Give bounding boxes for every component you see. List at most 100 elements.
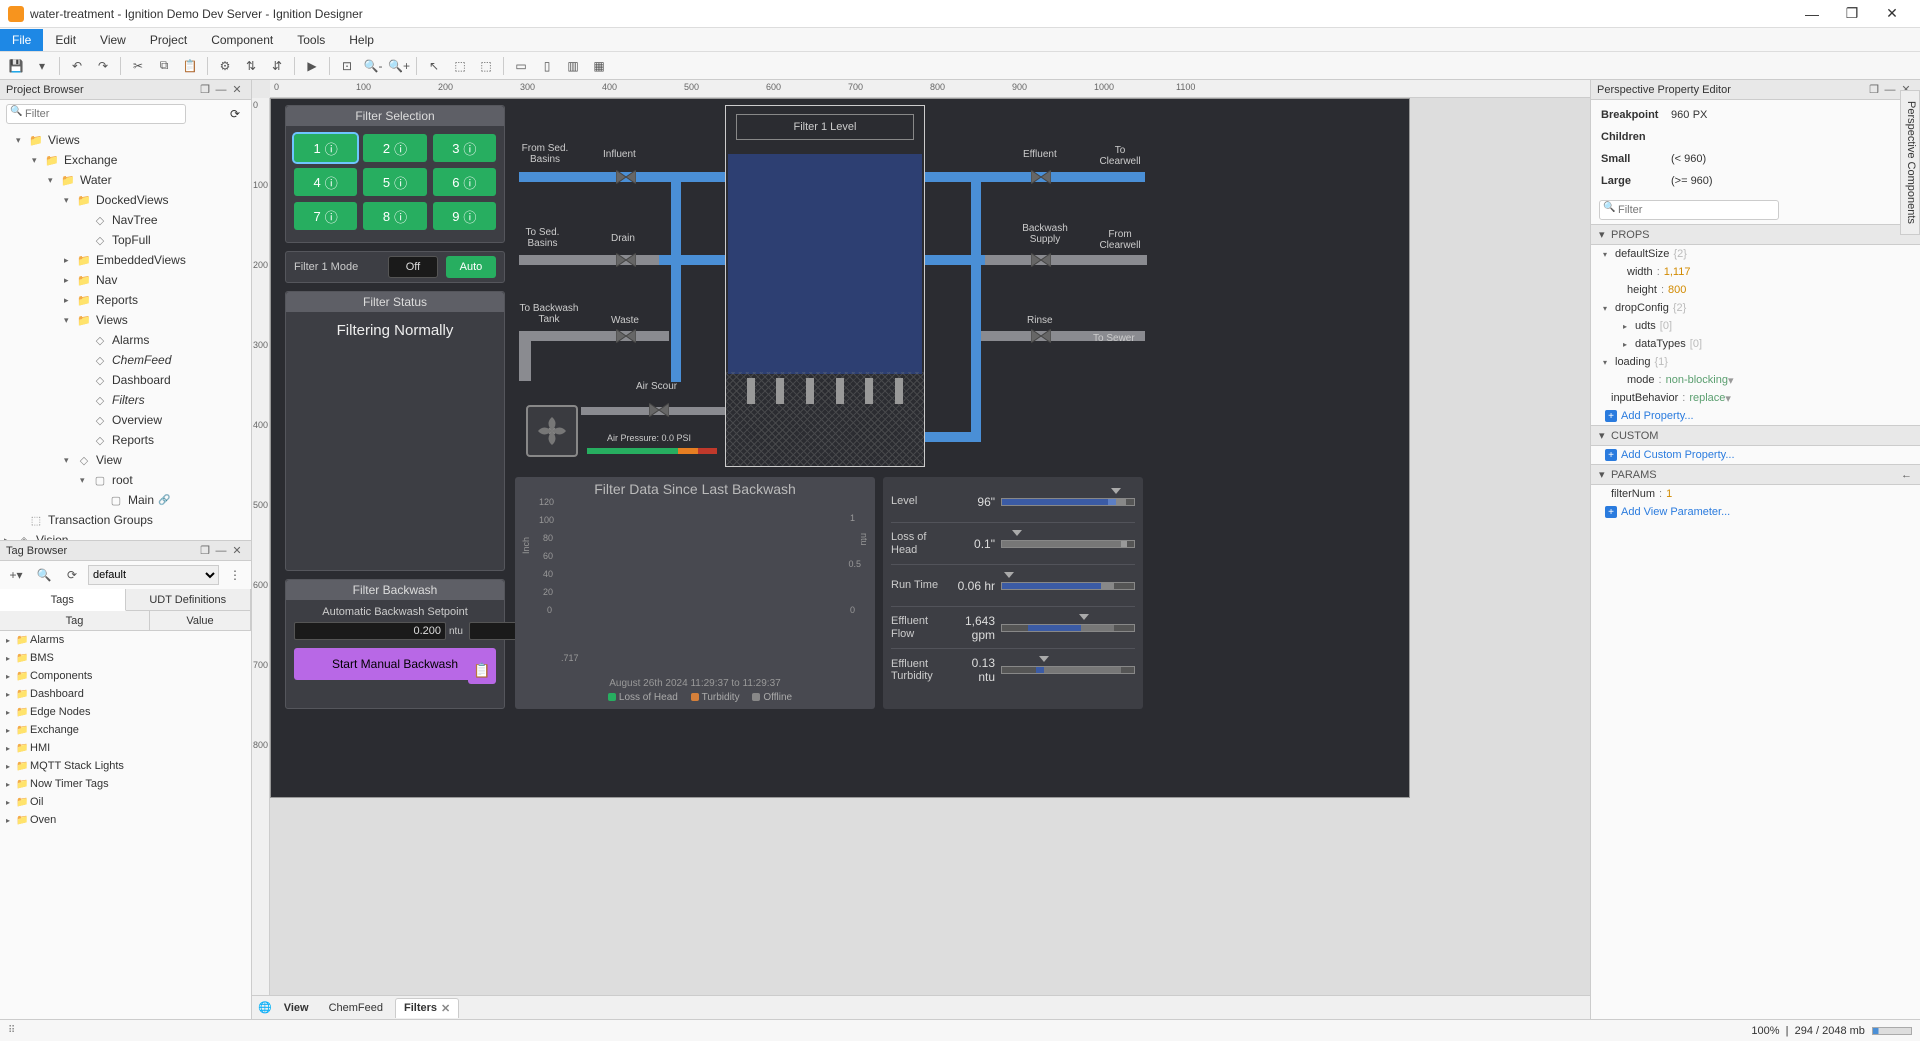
tree-views[interactable]: ▾📁Views [0, 130, 251, 150]
tree-water[interactable]: ▾📁Water [0, 170, 251, 190]
prop-height[interactable]: height:800 [1591, 281, 1920, 299]
tag-more-icon[interactable]: ⋮ [223, 564, 247, 586]
valve-waste[interactable] [616, 329, 636, 343]
comm-read-icon[interactable]: ⇅ [239, 55, 263, 77]
add-custom-property-link[interactable]: +Add Custom Property... [1591, 446, 1920, 464]
filter-btn-1[interactable]: 1 ⓘ [294, 134, 357, 162]
zoom-fit-icon[interactable]: ⊡ [335, 55, 359, 77]
sp-ntu-input[interactable] [294, 622, 446, 640]
panel-close-icon[interactable]: ✕ [229, 82, 245, 98]
tag-folder-bms[interactable]: ▸📁BMS [0, 649, 251, 667]
tag-add-icon[interactable]: +▾ [4, 564, 28, 586]
tab-udt[interactable]: UDT Definitions [126, 589, 252, 610]
tree-transaction-groups[interactable]: ⬚Transaction Groups [0, 510, 251, 530]
prop-filternum[interactable]: filterNum:1 [1591, 485, 1920, 503]
perspective-components-tab[interactable]: Perspective Components [1900, 90, 1920, 235]
tree-filters[interactable]: ◇Filters [0, 390, 251, 410]
valve-backwash-supply[interactable] [1031, 253, 1051, 267]
comm-readwrite-icon[interactable]: ⇵ [265, 55, 289, 77]
prop-dock-icon[interactable]: ❐ [1866, 82, 1882, 98]
prop-inputbehavior[interactable]: inputBehavior:replace ▾ [1591, 389, 1920, 407]
project-refresh-icon[interactable]: ⟳ [225, 104, 245, 124]
mode-off-button[interactable]: Off [388, 256, 438, 278]
play-icon[interactable]: ▶ [300, 55, 324, 77]
zoom-out-icon[interactable]: 🔍- [361, 55, 385, 77]
gateway-icon[interactable]: ⚙ [213, 55, 237, 77]
tag-folder-edge-nodes[interactable]: ▸📁Edge Nodes [0, 703, 251, 721]
select-icon[interactable]: ↖ [422, 55, 446, 77]
menu-tools[interactable]: Tools [285, 29, 337, 51]
save-dropdown-icon[interactable]: ▾ [30, 55, 54, 77]
tree-root[interactable]: ▾▢root [0, 470, 251, 490]
tree-navtree[interactable]: ◇NavTree [0, 210, 251, 230]
filter-btn-9[interactable]: 9 ⓘ [433, 202, 496, 230]
tag-folder-exchange[interactable]: ▸📁Exchange [0, 721, 251, 739]
tree-topfull[interactable]: ◇TopFull [0, 230, 251, 250]
flex-icon[interactable]: ▯ [535, 55, 559, 77]
valve-effluent[interactable] [1031, 170, 1051, 184]
view-tab-view[interactable]: View [276, 999, 317, 1017]
tree-nav[interactable]: ▸📁Nav [0, 270, 251, 290]
menu-file[interactable]: File [0, 29, 43, 51]
menu-edit[interactable]: Edit [43, 29, 88, 51]
tag-minimize-icon[interactable]: — [213, 543, 229, 559]
tree-reports2[interactable]: ◇Reports [0, 430, 251, 450]
tag-folder-components[interactable]: ▸📁Components [0, 667, 251, 685]
tag-folder-oil[interactable]: ▸📁Oil [0, 793, 251, 811]
paste-icon[interactable]: 📋 [178, 55, 202, 77]
prop-udts[interactable]: ▸udts[0] [1591, 317, 1920, 335]
zoom-in-icon[interactable]: 🔍+ [387, 55, 411, 77]
tree-main[interactable]: ▢Main🔗 [0, 490, 251, 510]
breakpoint-icon[interactable]: ▦ [587, 55, 611, 77]
prop-filter-input[interactable] [1599, 200, 1779, 220]
tree-views-inner[interactable]: ▾📁Views [0, 310, 251, 330]
panel-dock-icon[interactable]: ❐ [197, 82, 213, 98]
prop-mode[interactable]: mode:non-blocking ▾ [1591, 371, 1920, 389]
menu-help[interactable]: Help [337, 29, 386, 51]
tag-folder-mqtt[interactable]: ▸📁MQTT Stack Lights [0, 757, 251, 775]
tree-chemfeed[interactable]: ◇ChemFeed [0, 350, 251, 370]
valve-rinse[interactable] [1031, 329, 1051, 343]
redo-icon[interactable]: ↷ [91, 55, 115, 77]
filter-btn-8[interactable]: 8 ⓘ [363, 202, 426, 230]
tree-reports[interactable]: ▸📁Reports [0, 290, 251, 310]
prop-width[interactable]: width:1,117 [1591, 263, 1920, 281]
minimize-button[interactable]: — [1792, 0, 1832, 28]
props-section-header[interactable]: ▾PROPS [1591, 224, 1920, 245]
save-icon[interactable]: 💾 [4, 55, 28, 77]
filter-btn-5[interactable]: 5 ⓘ [363, 168, 426, 196]
params-section-header[interactable]: ▾PARAMS← [1591, 464, 1920, 485]
valve-air-scour[interactable] [649, 403, 669, 417]
tag-folder-hmi[interactable]: ▸📁HMI [0, 739, 251, 757]
filter-btn-4[interactable]: 4 ⓘ [294, 168, 357, 196]
tree-exchange[interactable]: ▾📁Exchange [0, 150, 251, 170]
cut-icon[interactable]: ✂ [126, 55, 150, 77]
tag-folder-now-timer[interactable]: ▸📁Now Timer Tags [0, 775, 251, 793]
panel-minimize-icon[interactable]: — [213, 82, 229, 98]
close-button[interactable]: ✕ [1872, 0, 1912, 28]
filter-btn-2[interactable]: 2 ⓘ [363, 134, 426, 162]
chart-backwash-data[interactable]: Filter Data Since Last Backwash Inch ntu… [515, 477, 875, 709]
column-icon[interactable]: ▥ [561, 55, 585, 77]
start-manual-backwash-button[interactable]: Start Manual Backwash [294, 648, 496, 680]
tab-tags[interactable]: Tags [0, 589, 126, 611]
tag-close-icon[interactable]: ✕ [229, 543, 245, 559]
view-tab-chemfeed[interactable]: ChemFeed [321, 999, 391, 1017]
tag-dock-icon[interactable]: ❐ [197, 543, 213, 559]
prop-defaultsize[interactable]: ▾defaultSize{2} [1591, 245, 1920, 263]
container-icon[interactable]: ▭ [509, 55, 533, 77]
tag-refresh-icon[interactable]: ⟳ [60, 564, 84, 586]
custom-section-header[interactable]: ▾CUSTOM [1591, 425, 1920, 446]
view-tab-filters[interactable]: Filters✕ [395, 998, 459, 1018]
filter-tank[interactable]: Filter 1 Level [725, 105, 925, 467]
tree-embeddedviews[interactable]: ▸📁EmbeddedViews [0, 250, 251, 270]
zoom-level[interactable]: 100% [1751, 1025, 1779, 1037]
tag-folder-oven[interactable]: ▸📁Oven [0, 811, 251, 829]
tag-folder-dashboard[interactable]: ▸📁Dashboard [0, 685, 251, 703]
tab-close-icon[interactable]: ✕ [441, 1002, 450, 1015]
blower-fan-icon[interactable] [526, 405, 578, 457]
add-property-link[interactable]: +Add Property... [1591, 407, 1920, 425]
prop-dropconfig[interactable]: ▾dropConfig{2} [1591, 299, 1920, 317]
tree-view[interactable]: ▾◇View [0, 450, 251, 470]
mode-auto-button[interactable]: Auto [446, 256, 496, 278]
